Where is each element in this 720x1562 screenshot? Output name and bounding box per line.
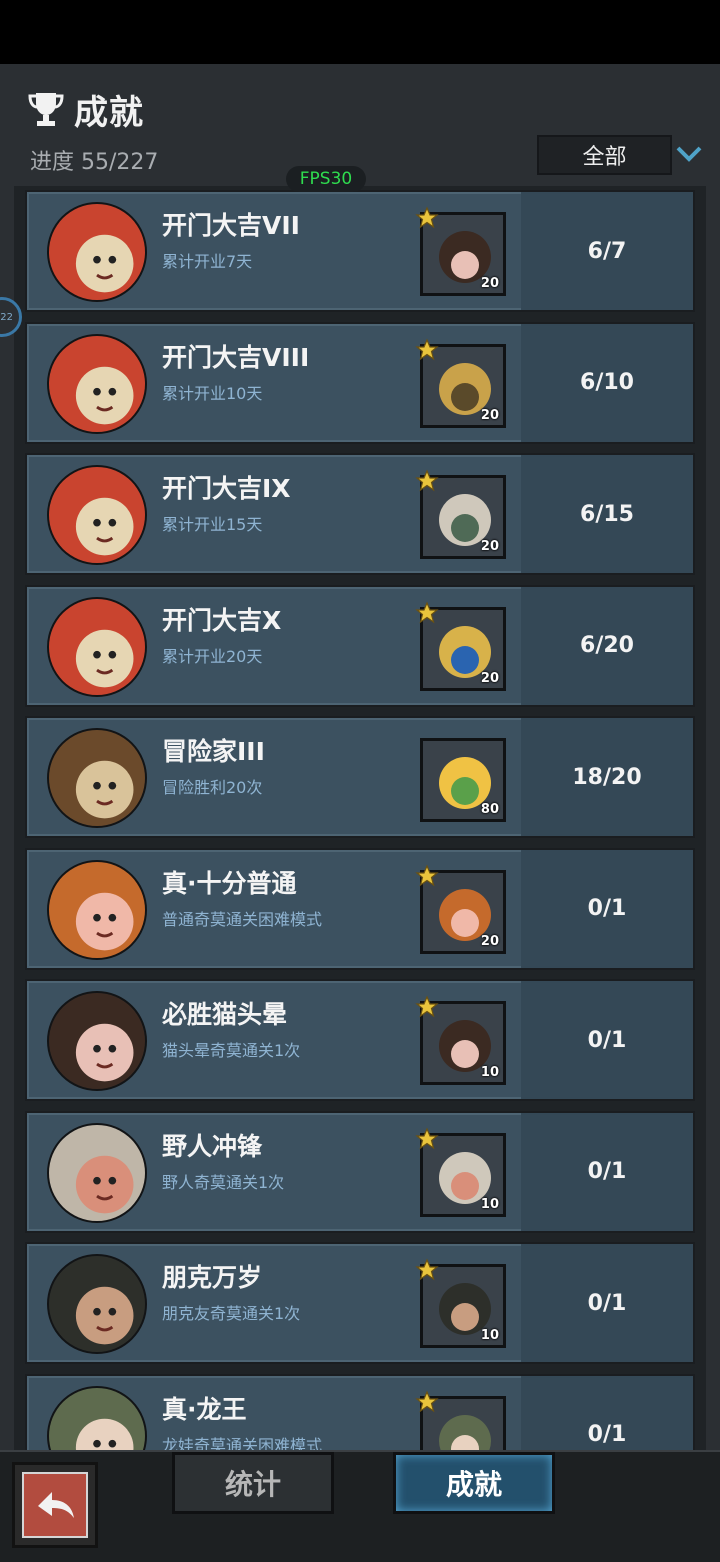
reward-quantity: 80 — [480, 802, 499, 817]
page-header: 成就 — [26, 84, 144, 134]
progress-cell: 6/20 — [521, 586, 693, 705]
achievement-desc: 累计开业20天 — [162, 646, 263, 666]
fps-counter: FPS30 — [286, 166, 366, 192]
achievement-count: 0/1 — [587, 896, 627, 921]
puzzle-star-icon — [415, 469, 439, 492]
achievement-title: 开门大吉VIII — [162, 342, 310, 372]
achievement-title: 冒险家III — [162, 737, 265, 766]
lucky-shop-icon — [47, 465, 147, 565]
punk-goggles-icon — [47, 1254, 147, 1354]
achievement-count: 0/1 — [587, 1027, 627, 1053]
trophy-icon — [28, 93, 64, 126]
achievement-row[interactable]: 野人冲锋 野人奇莫通关1次 10 0/1 — [25, 1110, 695, 1233]
achievement-row[interactable]: 开门大吉VIII 累计开业10天 20 6/10 — [25, 321, 695, 444]
page-title: 成就 — [74, 92, 144, 133]
achievement-title: 野人冲锋 — [162, 1131, 263, 1161]
achievement-title: 开门大吉VII — [162, 211, 300, 240]
achievement-count: 0/1 — [587, 1290, 627, 1316]
bottom-nav: 统计 成就 — [0, 1450, 720, 1562]
achievement-title: 真·十分普通 — [162, 868, 297, 898]
puzzle-star-icon — [415, 863, 439, 886]
dragon-kid-icon — [47, 1385, 147, 1450]
reward-quantity: 10 — [480, 1065, 499, 1080]
achievement-row[interactable]: 必胜猫头晕 猫头晕奇莫通关1次 10 0/1 — [25, 979, 695, 1101]
cat-girl-icon — [47, 991, 147, 1091]
achievement-count: 0/1 — [587, 1422, 627, 1447]
achievements-screen: 成就 进度 55/227 全部 开门大吉VII 累计开业7天 20 6/7 开门… — [0, 64, 720, 1562]
reward-quantity: 20 — [480, 407, 499, 423]
achievement-title: 必胜猫头晕 — [162, 1000, 288, 1029]
progress-cell: 0/1 — [521, 1375, 693, 1450]
achievement-count: 6/10 — [580, 370, 634, 395]
filter-value: 全部 — [582, 145, 627, 170]
puzzle-star-icon — [415, 600, 439, 623]
achievement-count: 6/15 — [580, 501, 634, 527]
achievement-title: 真·龙王 — [162, 1394, 247, 1424]
achievement-row[interactable]: 真·十分普通 普通奇莫通关困难模式 20 0/1 — [25, 847, 695, 970]
achievement-desc: 普通奇莫通关困难模式 — [162, 909, 323, 929]
tab-achievements[interactable]: 成就 — [393, 1452, 555, 1514]
puzzle-star-icon — [415, 1389, 439, 1412]
achievement-row[interactable]: 冒险家III 冒险胜利20次 80 18/20 — [25, 716, 695, 838]
achievement-row[interactable]: 开门大吉X 累计开业20天 20 6/20 — [25, 584, 695, 707]
progress-cell: 0/1 — [521, 981, 693, 1099]
achievement-desc: 累计开业15天 — [162, 515, 263, 534]
reward-quantity: 20 — [480, 670, 499, 686]
progress-cell: 18/20 — [521, 718, 693, 836]
chevron-down-icon[interactable] — [676, 142, 702, 164]
reward-quantity: 10 — [480, 1328, 499, 1343]
achievement-count: 18/20 — [572, 764, 642, 790]
progress-text: 进度 55/227 — [30, 150, 159, 175]
achievement-desc: 野人奇莫通关1次 — [162, 1172, 285, 1192]
lucky-shop-icon — [47, 202, 147, 302]
reward-quantity: 10 — [480, 1196, 499, 1212]
puzzle-star-icon — [415, 1126, 439, 1149]
achievement-row[interactable]: 开门大吉IX 累计开业15天 20 6/15 — [25, 453, 695, 575]
achievement-desc: 龙娃奇莫通关困难模式 — [162, 1435, 323, 1451]
filter-dropdown[interactable]: 全部 — [537, 135, 672, 175]
achievement-title: 朋克万岁 — [162, 1263, 263, 1292]
reward-box[interactable]: 80 — [420, 738, 506, 822]
achievement-title: 开门大吉IX — [162, 474, 291, 503]
pumpkin-hat-icon — [47, 859, 147, 960]
reward-quantity: 20 — [480, 539, 499, 554]
achievement-row[interactable]: 真·龙王 龙娃奇莫通关困难模式 0/1 — [25, 1373, 695, 1451]
back-button[interactable] — [12, 1462, 98, 1548]
achievement-title: 开门大吉X — [162, 605, 282, 635]
back-arrow-icon — [22, 1472, 88, 1538]
achievement-count: 6/7 — [587, 238, 627, 264]
achievement-row[interactable]: 朋克万岁 朋克友奇莫通关1次 10 0/1 — [25, 1242, 695, 1364]
tab-stats[interactable]: 统计 — [172, 1452, 334, 1514]
achievement-list[interactable]: 开门大吉VII 累计开业7天 20 6/7 开门大吉VIII 累计开业10天 2… — [14, 186, 706, 1450]
puzzle-star-icon — [415, 206, 439, 229]
puzzle-star-icon — [415, 995, 439, 1018]
adventurers-icon — [47, 728, 147, 828]
puzzle-star-icon — [415, 337, 439, 360]
reward-quantity: 20 — [480, 276, 499, 291]
lucky-shop-icon — [47, 333, 147, 434]
achievement-count: 0/1 — [587, 1159, 627, 1184]
progress-cell: 6/15 — [521, 455, 693, 573]
achievement-desc: 冒险胜利20次 — [162, 778, 263, 797]
progress-cell: 6/10 — [521, 323, 693, 442]
lucky-shop-icon — [47, 596, 147, 697]
reward-quantity: 20 — [480, 933, 499, 949]
achievement-count: 6/20 — [580, 633, 634, 658]
puzzle-star-icon — [415, 1258, 439, 1281]
progress-cell: 0/1 — [521, 849, 693, 968]
progress-cell: 0/1 — [521, 1244, 693, 1362]
progress-cell: 0/1 — [521, 1112, 693, 1231]
savage-skull-icon — [47, 1122, 147, 1223]
achievement-desc: 累计开业10天 — [162, 383, 263, 403]
achievement-desc: 朋克友奇莫通关1次 — [162, 1304, 301, 1323]
progress-cell: 6/7 — [521, 192, 693, 310]
achievement-desc: 猫头晕奇莫通关1次 — [162, 1041, 301, 1060]
achievement-desc: 累计开业7天 — [162, 252, 253, 271]
achievement-row[interactable]: 开门大吉VII 累计开业7天 20 6/7 — [25, 190, 695, 312]
